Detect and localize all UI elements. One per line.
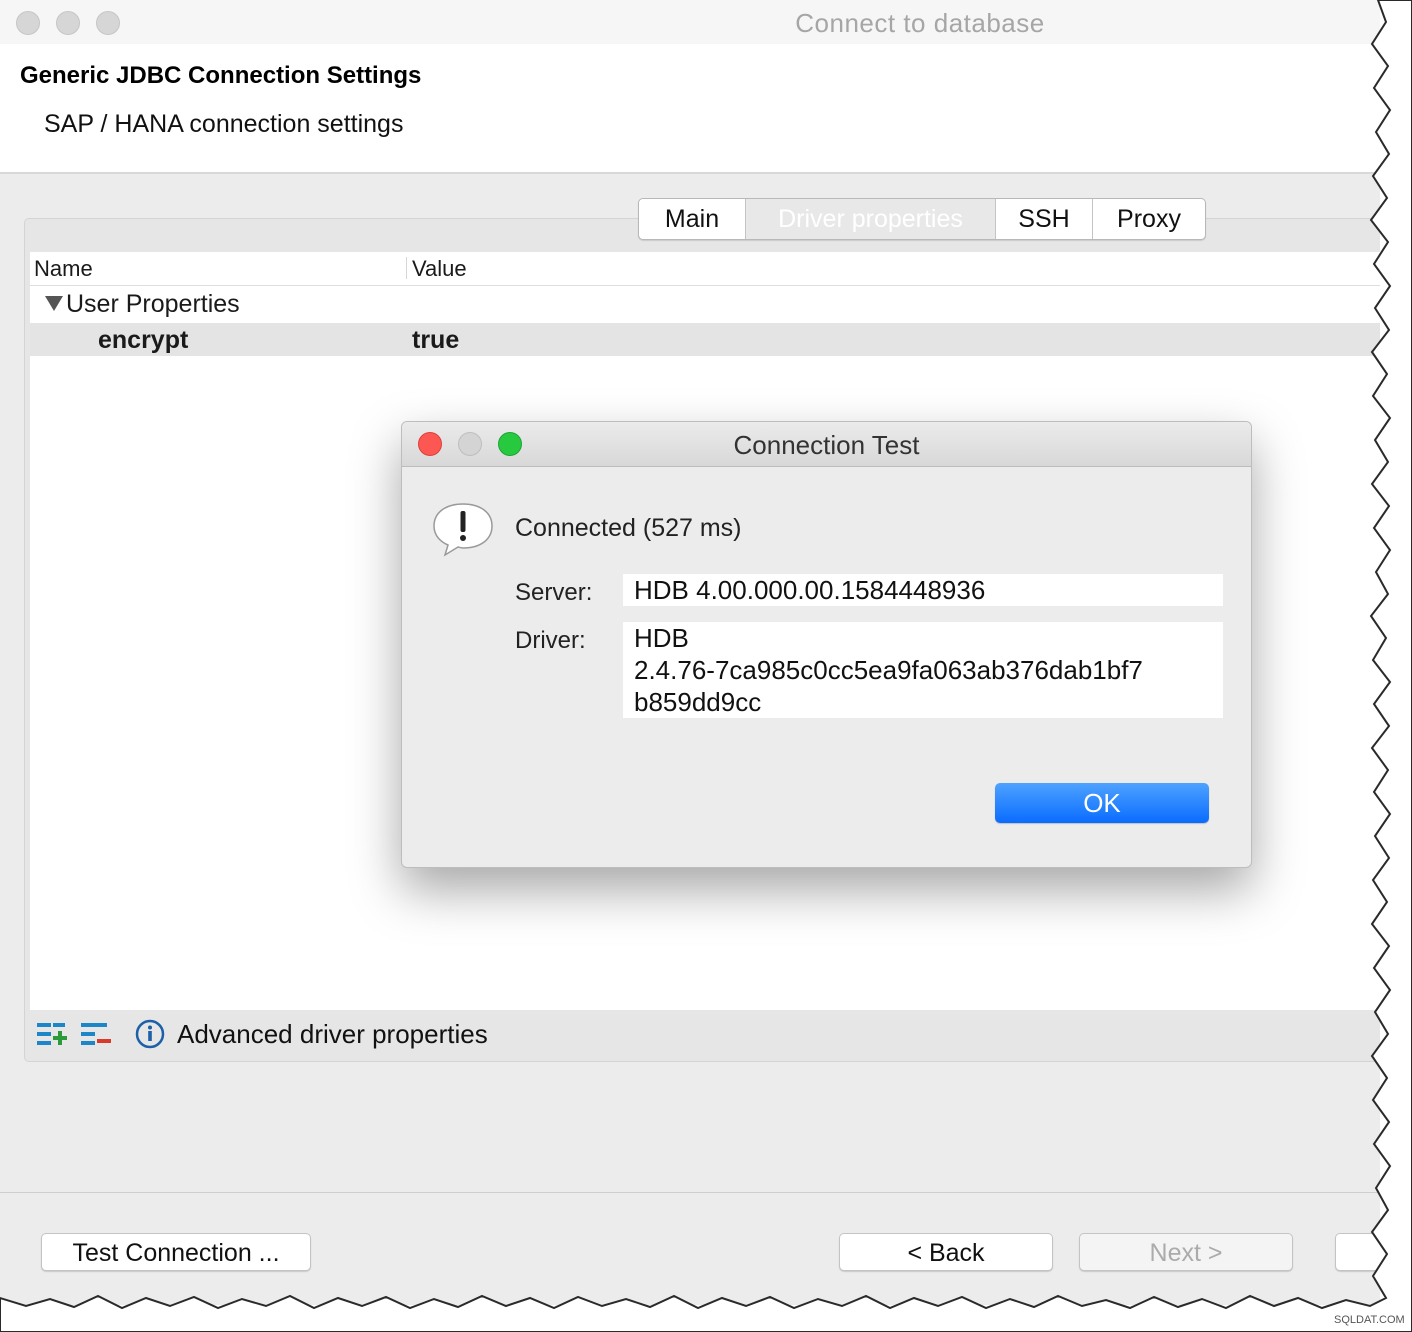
watermark: SQLDAT.COM bbox=[1334, 1314, 1405, 1326]
torn-paper-edge bbox=[0, 0, 1412, 1332]
